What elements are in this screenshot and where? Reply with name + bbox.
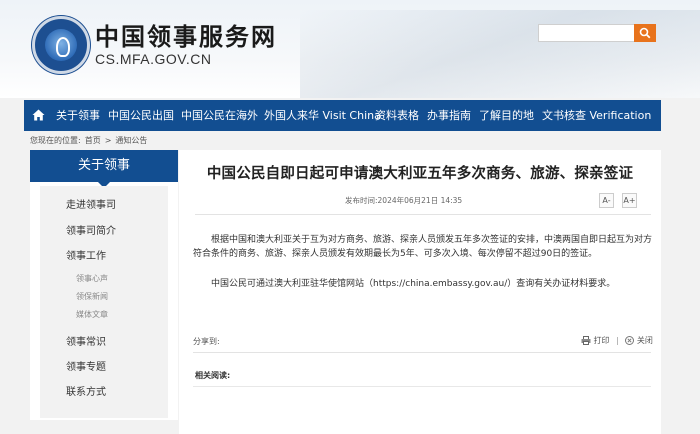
sidebar-subitem-voices[interactable]: 领事心声: [76, 273, 108, 284]
share-label: 分享到:: [193, 337, 220, 346]
article-panel: 中国公民自即日起可申请澳大利亚五年多次商务、旅游、探亲签证 发布时间:2024年…: [179, 150, 661, 434]
site-url: CS.MFA.GOV.CN: [95, 51, 212, 67]
sidebar-item-profile[interactable]: 领事司简介: [66, 222, 116, 237]
nav-verification[interactable]: 文书核查 Verification: [542, 100, 651, 131]
breadcrumb-home[interactable]: 首页: [85, 136, 101, 145]
sidebar-item-topics[interactable]: 领事专题: [66, 358, 106, 373]
article-title: 中国公民自即日起可申请澳大利亚五年多次商务、旅游、探亲签证: [206, 165, 634, 182]
search-button[interactable]: [634, 24, 656, 42]
nav-destinations[interactable]: 了解目的地: [479, 100, 534, 131]
nav-citizens-overseas[interactable]: 中国公民在海外: [181, 100, 258, 131]
related-divider: [193, 386, 651, 387]
sidebar-subitem-media[interactable]: 媒体文章: [76, 309, 108, 320]
main-nav: 关于领事 中国公民出国 中国公民在海外 外国人来华 Visit China 资料…: [24, 100, 661, 131]
sidebar: 关于领事 走进领事司 领事司简介 领事工作 领事心声 领保新闻 媒体文章 领事常…: [30, 150, 178, 420]
breadcrumb-prefix: 您现在的位置:: [30, 136, 81, 145]
site-header: 中国领事服务网 CS.MFA.GOV.CN: [0, 0, 700, 98]
printer-icon: [581, 336, 591, 345]
search-input[interactable]: [538, 24, 636, 42]
print-button[interactable]: 打印: [581, 335, 610, 346]
close-icon: [625, 336, 635, 345]
article-paragraph-1: 根据中国和澳大利亚关于互为对方商务、旅游、探亲人员颁发五年多次签证的安排，中澳两…: [193, 235, 653, 259]
print-label: 打印: [593, 336, 610, 345]
article-paragraph-2: 中国公民可通过澳大利亚驻华使馆网站（https://china.embassy.…: [211, 279, 616, 289]
close-button[interactable]: 关闭: [625, 335, 653, 346]
search-icon: [639, 27, 651, 39]
close-label: 关闭: [636, 336, 653, 345]
logo-emblem: [45, 29, 77, 61]
nav-guide[interactable]: 办事指南: [427, 100, 471, 131]
breadcrumb-separator: >: [104, 136, 112, 145]
font-larger-button[interactable]: A+: [622, 193, 637, 208]
nav-about-consular[interactable]: 关于领事: [56, 100, 100, 131]
nav-visit-china[interactable]: 外国人来华 Visit China: [264, 100, 381, 131]
article-tools: 打印 | 关闭: [581, 335, 653, 346]
sidebar-item-work[interactable]: 领事工作: [66, 247, 106, 262]
breadcrumb-current[interactable]: 通知公告: [115, 136, 147, 145]
share-divider: [193, 352, 651, 353]
title-divider: [195, 214, 651, 215]
sidebar-subitem-news[interactable]: 领保新闻: [76, 291, 108, 302]
tools-separator: |: [616, 336, 619, 345]
sidebar-item-intro[interactable]: 走进领事司: [66, 196, 116, 211]
sidebar-item-knowledge[interactable]: 领事常识: [66, 333, 106, 348]
related-reading-label: 相关阅读:: [195, 371, 231, 380]
breadcrumb: 您现在的位置: 首页 > 通知公告: [30, 135, 151, 146]
font-smaller-button[interactable]: A-: [599, 193, 614, 208]
home-icon[interactable]: [32, 109, 45, 121]
nav-citizens-abroad-travel[interactable]: 中国公民出国: [108, 100, 174, 131]
nav-forms[interactable]: 资料表格: [375, 100, 419, 131]
consular-logo[interactable]: [32, 16, 90, 74]
site-title: 中国领事服务网: [95, 22, 277, 51]
sidebar-title: 关于领事: [30, 150, 178, 188]
publish-time: 发布时间:2024年06月21日 14:35: [345, 196, 463, 205]
sidebar-item-contact[interactable]: 联系方式: [66, 383, 106, 398]
